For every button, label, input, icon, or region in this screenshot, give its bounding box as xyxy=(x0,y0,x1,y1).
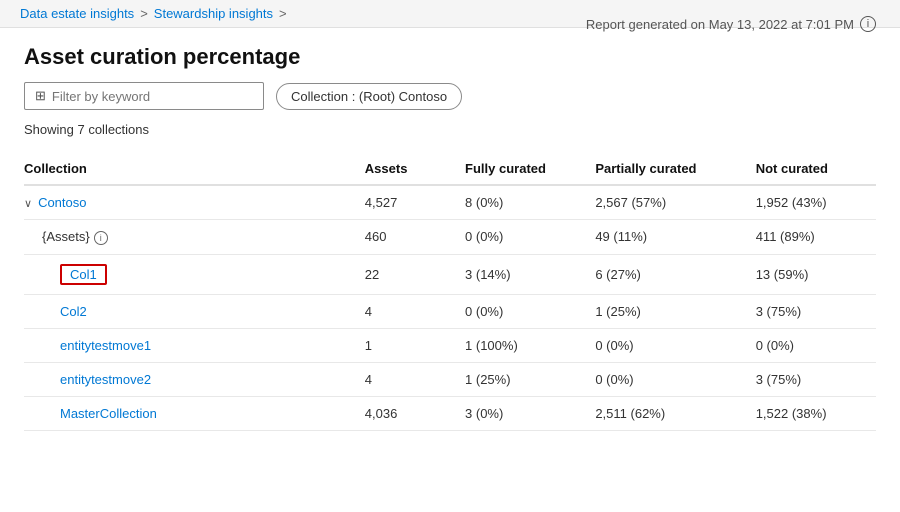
cell-partially-curated: 2,567 (57%) xyxy=(595,185,755,220)
collection-link-col2[interactable]: Col2 xyxy=(60,304,87,319)
page-title: Asset curation percentage xyxy=(24,44,300,70)
collection-link-contoso[interactable]: Contoso xyxy=(38,195,86,210)
cell-assets: 4,527 xyxy=(365,185,465,220)
cell-assets: 4 xyxy=(365,362,465,396)
table-row: entitytestmove2 41 (25%)0 (0%)3 (75%) xyxy=(24,362,876,396)
cell-fully-curated: 1 (100%) xyxy=(465,328,595,362)
cell-assets: 4,036 xyxy=(365,396,465,430)
cell-fully-curated: 3 (14%) xyxy=(465,254,595,294)
cell-fully-curated: 3 (0%) xyxy=(465,396,595,430)
cell-fully-curated: 8 (0%) xyxy=(465,185,595,220)
curation-table: Collection Assets Fully curated Partiall… xyxy=(24,153,876,431)
cell-partially-curated: 2,511 (62%) xyxy=(595,396,755,430)
filter-icon: ⊞ xyxy=(35,88,46,104)
cell-not-curated: 3 (75%) xyxy=(756,362,876,396)
cell-fully-curated: 0 (0%) xyxy=(465,220,595,255)
cell-collection: {Assets} i xyxy=(24,220,365,255)
collection-label-assets: {Assets} xyxy=(42,229,90,244)
main-content: Asset curation percentage Report generat… xyxy=(0,28,900,455)
table-row: Col1 223 (14%)6 (27%)13 (59%) xyxy=(24,254,876,294)
cell-fully-curated: 1 (25%) xyxy=(465,362,595,396)
cell-partially-curated: 49 (11%) xyxy=(595,220,755,255)
filter-input-wrapper[interactable]: ⊞ xyxy=(24,82,264,110)
table-row: {Assets} i 4600 (0%)49 (11%)411 (89%) xyxy=(24,220,876,255)
cell-partially-curated: 0 (0%) xyxy=(595,328,755,362)
cell-not-curated: 1,522 (38%) xyxy=(756,396,876,430)
breadcrumb-parent-link[interactable]: Data estate insights xyxy=(20,6,134,21)
table-row: ∨ Contoso 4,5278 (0%)2,567 (57%)1,952 (43%… xyxy=(24,185,876,220)
col-header-collection: Collection xyxy=(24,153,365,185)
showing-count: Showing 7 collections xyxy=(24,122,876,137)
cell-collection: entitytestmove1 xyxy=(24,328,365,362)
cell-assets: 22 xyxy=(365,254,465,294)
cell-assets: 4 xyxy=(365,294,465,328)
col-header-not-curated: Not curated xyxy=(756,153,876,185)
table-row: entitytestmove111 (100%)0 (0%)0 (0%) xyxy=(24,328,876,362)
report-generated-text: Report generated on May 13, 2022 at 7:01… xyxy=(586,17,854,32)
report-info-icon[interactable]: i xyxy=(860,16,876,32)
breadcrumb-separator-2: > xyxy=(279,6,287,21)
cell-not-curated: 13 (59%) xyxy=(756,254,876,294)
filters-row: ⊞ Collection : (Root) Contoso xyxy=(24,82,876,110)
col-header-partially-curated: Partially curated xyxy=(595,153,755,185)
cell-not-curated: 3 (75%) xyxy=(756,294,876,328)
col-header-assets: Assets xyxy=(365,153,465,185)
collection-link-entitytestmove1[interactable]: entitytestmove1 xyxy=(60,338,151,353)
cell-not-curated: 0 (0%) xyxy=(756,328,876,362)
collection-link-mastercollection[interactable]: MasterCollection xyxy=(60,406,157,421)
cell-collection: Col2 xyxy=(24,294,365,328)
col1-selected-wrapper: Col1 xyxy=(60,264,107,285)
filter-input[interactable] xyxy=(52,89,253,104)
cell-collection: ∨ Contoso xyxy=(24,185,365,220)
chevron-icon[interactable]: ∨ xyxy=(24,198,32,210)
cell-assets: 460 xyxy=(365,220,465,255)
cell-not-curated: 411 (89%) xyxy=(756,220,876,255)
collection-link-col1[interactable]: Col1 xyxy=(70,267,97,282)
breadcrumb-current-link[interactable]: Stewardship insights xyxy=(154,6,273,21)
cell-fully-curated: 0 (0%) xyxy=(465,294,595,328)
cell-collection: Col1 xyxy=(24,254,365,294)
cell-partially-curated: 1 (25%) xyxy=(595,294,755,328)
cell-collection: MasterCollection xyxy=(24,396,365,430)
table-row: MasterCollection 4,0363 (0%)2,511 (62%)1,… xyxy=(24,396,876,430)
assets-info-icon[interactable]: i xyxy=(94,231,108,245)
collection-badge[interactable]: Collection : (Root) Contoso xyxy=(276,83,462,110)
report-info: Report generated on May 13, 2022 at 7:01… xyxy=(586,16,876,32)
breadcrumb-separator-1: > xyxy=(140,6,148,21)
cell-collection: entitytestmove2 xyxy=(24,362,365,396)
cell-assets: 1 xyxy=(365,328,465,362)
collection-link-entitytestmove2[interactable]: entitytestmove2 xyxy=(60,372,151,387)
cell-partially-curated: 6 (27%) xyxy=(595,254,755,294)
col-header-fully-curated: Fully curated xyxy=(465,153,595,185)
cell-not-curated: 1,952 (43%) xyxy=(756,185,876,220)
cell-partially-curated: 0 (0%) xyxy=(595,362,755,396)
table-row: Col2 40 (0%)1 (25%)3 (75%) xyxy=(24,294,876,328)
table-header-row: Collection Assets Fully curated Partiall… xyxy=(24,153,876,185)
